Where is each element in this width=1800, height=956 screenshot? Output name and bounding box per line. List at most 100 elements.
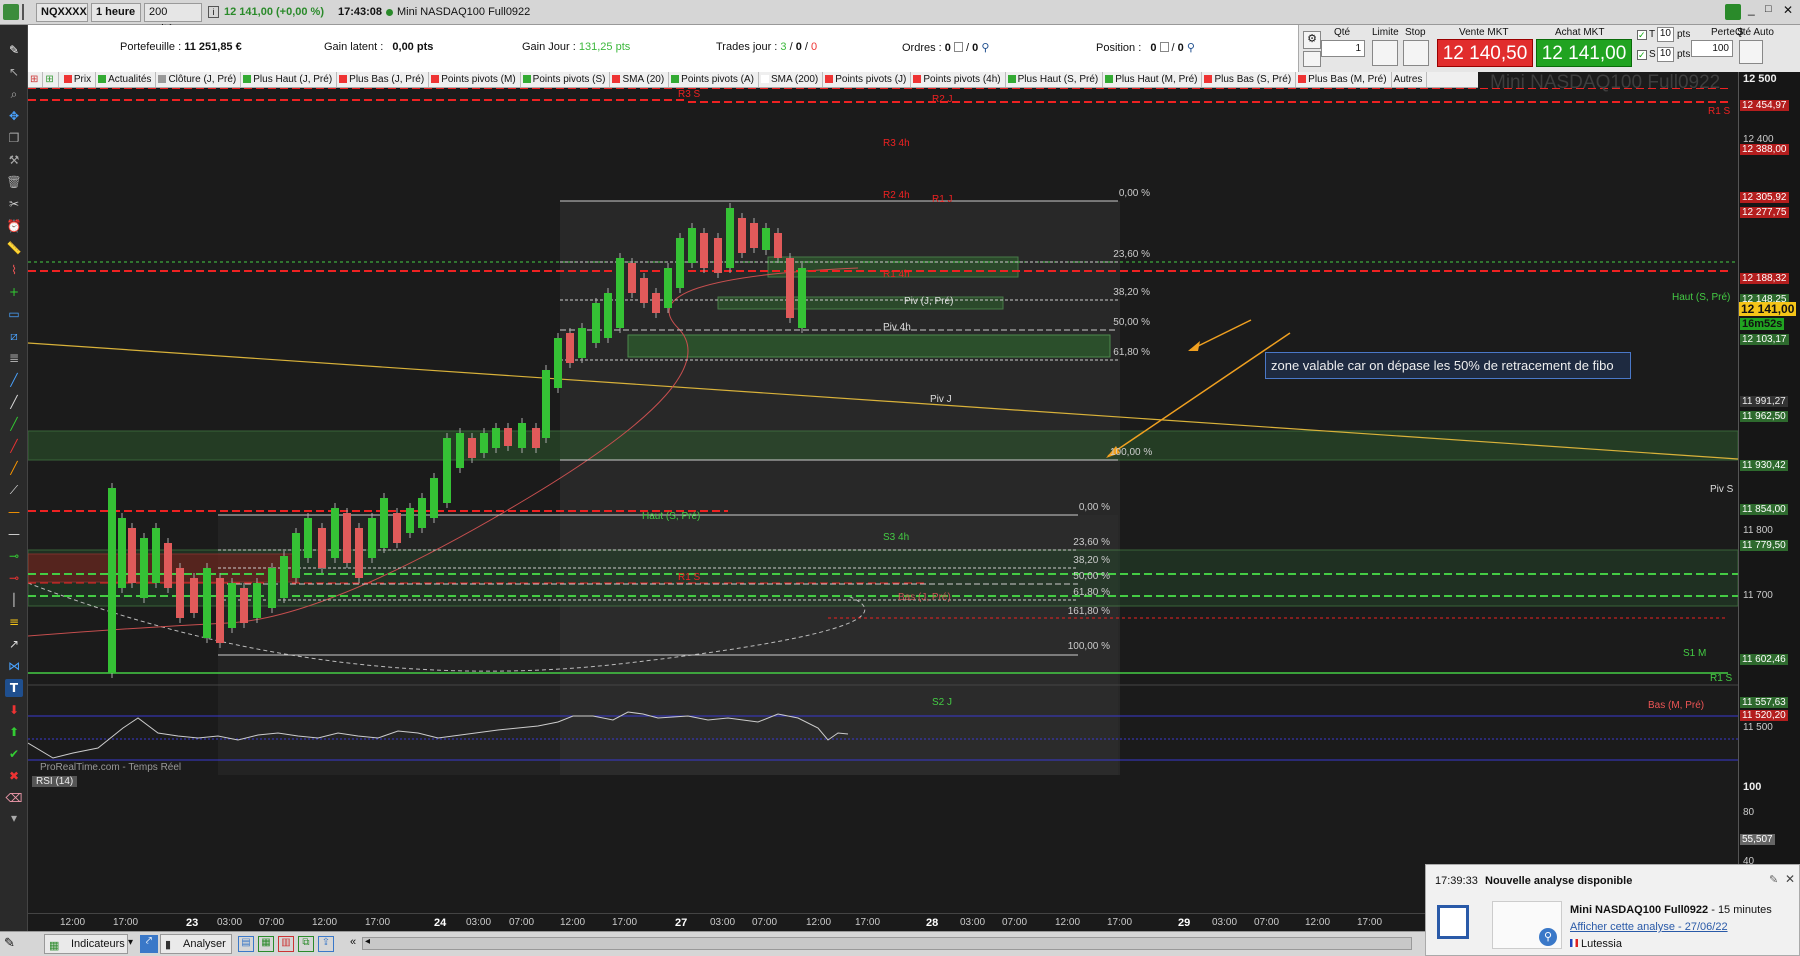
target-points-input[interactable]: 10 (1657, 27, 1674, 42)
price-axis[interactable]: 12 500 12 454,97 12 400 12 388,00 12 305… (1738, 72, 1800, 932)
indicator-tag[interactable]: SMA (20) (610, 72, 670, 87)
windows-icon[interactable]: ⧉ (298, 936, 314, 952)
time-axis[interactable]: 12:00 17:00 23 03:00 07:00 12:00 17:00 24 03:00 0… (28, 913, 1425, 931)
stop-order-button[interactable] (1403, 40, 1429, 66)
cross-icon[interactable]: ✖ (5, 767, 23, 785)
hline-red-icon[interactable]: ⊸ (5, 569, 23, 587)
annotation-box[interactable]: zone valable car on dépase les 50% de re… (1265, 352, 1631, 379)
indicator-tag[interactable]: Plus Bas (J, Pré) (337, 72, 430, 87)
indicator-tag[interactable]: SMA (200) (759, 72, 824, 87)
close-icon[interactable]: ✕ (1783, 3, 1793, 17)
indicator-tag[interactable]: Autres (1392, 72, 1428, 87)
trendline-orange-icon[interactable]: ╱ (5, 459, 23, 477)
hline-green-icon[interactable]: ⊸ (5, 547, 23, 565)
position-doc-icon[interactable] (1159, 42, 1169, 52)
more-tools-icon[interactable]: ▾ (5, 809, 23, 827)
indicator-tag[interactable]: Prix (62, 72, 97, 87)
indicator-tag[interactable]: Plus Haut (M, Pré) (1103, 72, 1203, 87)
indicator-tag[interactable]: Plus Bas (M, Pré) (1296, 72, 1392, 87)
table-icon[interactable]: ▦ (258, 936, 274, 952)
indicator-tag[interactable]: Plus Haut (J, Pré) (241, 72, 338, 87)
ruler-icon[interactable]: 📏 (5, 239, 23, 257)
refresh-icon[interactable] (1725, 4, 1741, 20)
cut-icon[interactable]: ✂ (5, 195, 23, 213)
zoom-icon[interactable]: ⌕ (5, 85, 23, 103)
qty-input[interactable]: 1 (1321, 40, 1365, 57)
buy-market-button[interactable]: 12 141,00 (1536, 39, 1632, 67)
indicators-dropdown-icon[interactable]: ▾ (128, 937, 133, 948)
indicator-tag[interactable]: Actualités (96, 72, 157, 87)
indicator-tag[interactable]: Points pivots (4h) (911, 72, 1006, 87)
orders-search-icon[interactable]: ⚲ (981, 42, 989, 54)
notification-link[interactable]: Afficher cette analyse - 27/06/22 (1570, 921, 1728, 933)
cursor-icon[interactable]: ↖ (5, 63, 23, 81)
orders-doc-icon[interactable] (953, 42, 963, 52)
arrow-up-icon[interactable]: ⬆ (5, 723, 23, 741)
notification-popup[interactable]: 17:39:33 Nouvelle analyse disponible ✎ ✕… (1425, 864, 1800, 956)
timeframe-dropdown[interactable]: 1 heure ▾ (91, 3, 141, 35)
units-dropdown[interactable]: 200 unités ▾ (144, 3, 202, 35)
share-icon[interactable]: ⤤ (140, 935, 158, 953)
hline-yellow-icon[interactable]: ≡ (5, 613, 23, 631)
add-indicator-icon[interactable]: ⊞ (28, 72, 44, 87)
channel-icon[interactable]: ⧄ (5, 327, 23, 345)
indicator-tag[interactable]: Plus Haut (S, Pré) (1006, 72, 1104, 87)
alarm-icon[interactable]: ⏰ (5, 217, 23, 235)
rectangle-icon[interactable]: ▭ (5, 305, 23, 323)
auto-qty-button[interactable] (1739, 40, 1763, 64)
arrow-line-icon[interactable]: ↗ (5, 635, 23, 653)
add-line-icon[interactable]: + (5, 283, 23, 301)
symbol-dropdown[interactable]: NQXXXX ▾ (36, 3, 88, 35)
trash-icon[interactable]: 🗑 (5, 173, 23, 191)
restore-icon[interactable]: □ (1765, 3, 1772, 15)
sell-market-button[interactable]: 12 140,50 (1437, 39, 1533, 67)
info-icon[interactable]: i (208, 6, 219, 18)
grid-icon[interactable]: ▥ (278, 936, 294, 952)
indicator-tag[interactable]: Clôture (J, Pré) (156, 72, 242, 87)
bar-chart-icon[interactable] (3, 4, 19, 20)
indicator-tag[interactable]: Points pivots (S) (521, 72, 611, 87)
eraser-icon[interactable]: ⌫ (5, 789, 23, 807)
copy-icon[interactable]: ❐ (5, 129, 23, 147)
analysis-thumbnail[interactable]: ⚲ (1492, 901, 1562, 949)
pen-icon[interactable]: ✎ (5, 41, 23, 59)
indicators-button[interactable]: ▦ Indicateurs (44, 934, 128, 954)
trendline-blue-icon[interactable]: ╱ (5, 371, 23, 389)
magic-icon[interactable]: ⚒ (5, 151, 23, 169)
horizontal-scrollbar[interactable]: ◂ (362, 936, 1412, 950)
indicator-tag[interactable]: Points pivots (A) (669, 72, 759, 87)
layout-icon[interactable]: ▤ (238, 936, 254, 952)
minimize-icon[interactable]: _ (1748, 2, 1755, 16)
target-checkbox[interactable]: ✓ (1637, 30, 1647, 40)
export-icon[interactable]: ⇪ (318, 936, 334, 952)
indicator-tag[interactable]: Plus Bas (S, Pré) (1202, 72, 1297, 87)
scroll-left-icon[interactable]: ◂ (365, 936, 370, 947)
trendline-red-icon[interactable]: ╱ (5, 437, 23, 455)
arrow-down-icon[interactable]: ⬇ (5, 701, 23, 719)
pencil-icon[interactable]: ✎ (4, 935, 24, 953)
menu-icon[interactable] (22, 4, 32, 20)
check-icon[interactable]: ✔ (5, 745, 23, 763)
stop-points-input[interactable]: 10 (1657, 47, 1674, 62)
indicator-tag[interactable]: Points pivots (J) (823, 72, 912, 87)
indicator-tag[interactable]: Points pivots (M) (429, 72, 521, 87)
fibonacci-icon[interactable]: ≣ (5, 349, 23, 367)
analyser-button[interactable]: ▮ Analyser (160, 934, 232, 954)
hline-white-icon[interactable]: — (5, 525, 23, 543)
vline-icon[interactable]: │ (5, 591, 23, 609)
brush-icon[interactable]: ⌇ (5, 261, 23, 279)
hline-orange-icon[interactable]: — (5, 503, 23, 521)
add-indicator-2-icon[interactable]: ⊞ (43, 72, 59, 87)
move-icon[interactable]: ✥ (5, 107, 23, 125)
trendline-white-icon[interactable]: ╱ (5, 393, 23, 411)
settings-wrench-icon[interactable]: ⚙ (1303, 31, 1321, 49)
text-icon[interactable]: T (5, 679, 23, 697)
trendline-green-icon[interactable]: ╱ (5, 415, 23, 433)
calculator-icon[interactable] (1303, 51, 1321, 67)
scroll-start-icon[interactable]: « (350, 936, 356, 948)
stop-checkbox[interactable]: ✓ (1637, 50, 1647, 60)
position-search-icon[interactable]: ⚲ (1187, 42, 1195, 54)
loss-input[interactable]: 100 (1691, 40, 1733, 57)
pattern-icon[interactable]: ⋈ (5, 657, 23, 675)
pin-icon[interactable]: ✎ (1769, 873, 1778, 886)
